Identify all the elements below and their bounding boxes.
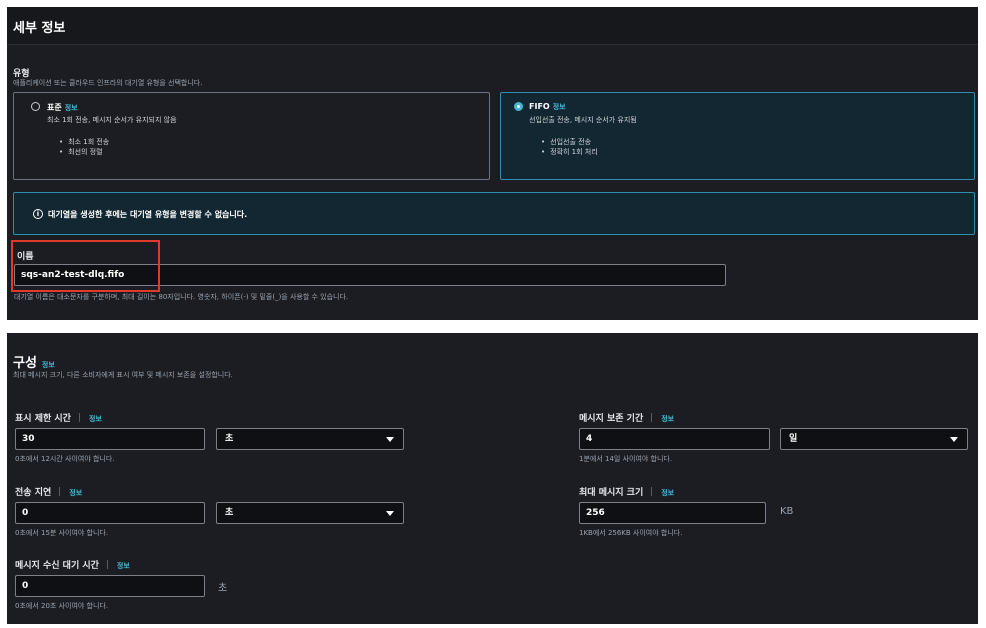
caret-down-icon <box>950 437 958 442</box>
standard-description: 최소 1회 전송, 메시지 순서가 유지되지 않음 <box>47 116 177 124</box>
caret-down-icon <box>386 511 394 516</box>
config-title: 구성 정보 <box>13 352 55 371</box>
type-description: 애플리케이션 또는 클라우드 인프라의 대기열 유형을 선택합니다. <box>13 79 203 87</box>
config-panel: 구성 정보 최대 메시지 크기, 다른 소비자에게 표시 여부 및 메시지 보존을… <box>7 333 978 624</box>
fifo-bullet: 선입선출 전송 <box>541 137 598 147</box>
separator <box>78 413 80 422</box>
retention-label-text: 메시지 보존 기간 <box>579 414 644 424</box>
receive-wait-label-text: 메시지 수신 대기 시간 <box>15 561 99 571</box>
receive-wait-info-link[interactable]: 정보 <box>117 562 130 570</box>
caret-down-icon <box>386 437 394 442</box>
delivery-delay-unit-select[interactable]: 초 <box>216 502 404 524</box>
max-size-label: 최대 메시지 크기 정보 <box>579 485 674 498</box>
receive-wait-unit: 초 <box>218 583 228 594</box>
retention-input[interactable]: 4 <box>579 428 770 450</box>
delivery-delay-info-link[interactable]: 정보 <box>69 489 82 497</box>
separator <box>651 413 653 422</box>
config-description: 최대 메시지 크기, 다른 소비자에게 표시 여부 및 메시지 보존을 설정합니… <box>13 371 233 379</box>
separator <box>59 487 61 496</box>
receive-wait-label: 메시지 수신 대기 시간 정보 <box>15 558 130 571</box>
standard-title: 표준 정보 <box>47 102 78 113</box>
config-info-link[interactable]: 정보 <box>42 361 55 369</box>
standard-bullet: 최소 1회 전송 <box>59 137 109 147</box>
separator <box>106 560 108 569</box>
info-alert: i 대기열을 생성한 후에는 대기열 유형을 변경할 수 없습니다. <box>13 192 975 235</box>
standard-bullets: 최소 1회 전송 최선의 정렬 <box>59 137 109 157</box>
standard-info-link[interactable]: 정보 <box>65 104 78 112</box>
visibility-timeout-unit-select[interactable]: 초 <box>216 428 404 450</box>
visibility-timeout-info-link[interactable]: 정보 <box>89 415 102 423</box>
delivery-delay-unit-value: 초 <box>225 508 234 518</box>
delivery-delay-label-text: 전송 지연 <box>15 488 52 498</box>
retention-label: 메시지 보존 기간 정보 <box>579 411 674 424</box>
fifo-bullet: 정확히 1회 처리 <box>541 147 598 157</box>
config-title-text: 구성 <box>13 356 37 371</box>
max-size-input[interactable]: 256 <box>579 502 766 524</box>
delivery-delay-hint: 0초에서 15분 사이여야 합니다. <box>15 529 109 537</box>
retention-unit-select[interactable]: 일 <box>780 428 968 450</box>
name-hint: 대기열 이름은 대소문자를 구분하며, 최대 길이는 80자입니다. 영숫자, … <box>14 293 349 301</box>
max-size-label-text: 최대 메시지 크기 <box>579 488 644 498</box>
delivery-delay-label: 전송 지연 정보 <box>15 485 82 498</box>
fifo-bullets: 선입선출 전송 정확히 1회 처리 <box>541 137 598 157</box>
visibility-timeout-label: 표시 제한 시간 정보 <box>15 411 102 424</box>
fifo-description: 선입선출 전송, 메시지 순서가 유지됨 <box>529 116 637 124</box>
alert-message: 대기열을 생성한 후에는 대기열 유형을 변경할 수 없습니다. <box>48 210 248 219</box>
retention-unit-value: 일 <box>789 434 798 444</box>
details-title: 세부 정보 <box>13 21 66 36</box>
receive-wait-input[interactable]: 0 <box>15 575 205 597</box>
max-size-unit: KB <box>780 506 794 517</box>
queue-type-standard-card[interactable]: 표준정보 최소 1회 전송, 메시지 순서가 유지되지 않음 최소 1회 전송 … <box>13 92 490 180</box>
retention-info-link[interactable]: 정보 <box>661 415 674 423</box>
visibility-timeout-hint: 0초에서 12시간 사이여야 합니다. <box>15 455 115 463</box>
delivery-delay-input[interactable]: 0 <box>15 502 205 524</box>
max-size-info-link[interactable]: 정보 <box>661 489 674 497</box>
details-header: 세부 정보 <box>7 7 978 45</box>
standard-title-text: 표준 <box>47 103 62 112</box>
fifo-info-link[interactable]: 정보 <box>553 103 566 111</box>
visibility-timeout-input[interactable]: 30 <box>15 428 205 450</box>
receive-wait-hint: 0초에서 20초 사이여야 합니다. <box>15 602 109 610</box>
standard-bullet: 최선의 정렬 <box>59 147 109 157</box>
standard-radio[interactable] <box>31 102 40 111</box>
retention-hint: 1분에서 14일 사이여야 합니다. <box>579 455 673 463</box>
max-size-hint: 1KB에서 256KB 사이여야 합니다. <box>579 529 683 537</box>
visibility-timeout-label-text: 표시 제한 시간 <box>15 414 71 424</box>
info-circle-icon: i <box>33 209 43 219</box>
separator <box>651 487 653 496</box>
visibility-timeout-unit-value: 초 <box>225 434 234 444</box>
queue-type-fifo-card[interactable]: FIFO정보 선입선출 전송, 메시지 순서가 유지됨 선입선출 전송 정확히 … <box>500 92 975 180</box>
fifo-title: FIFO 정보 <box>529 102 566 112</box>
fifo-title-text: FIFO <box>529 102 550 111</box>
fifo-radio[interactable] <box>514 102 523 111</box>
name-highlight-box <box>11 240 160 292</box>
